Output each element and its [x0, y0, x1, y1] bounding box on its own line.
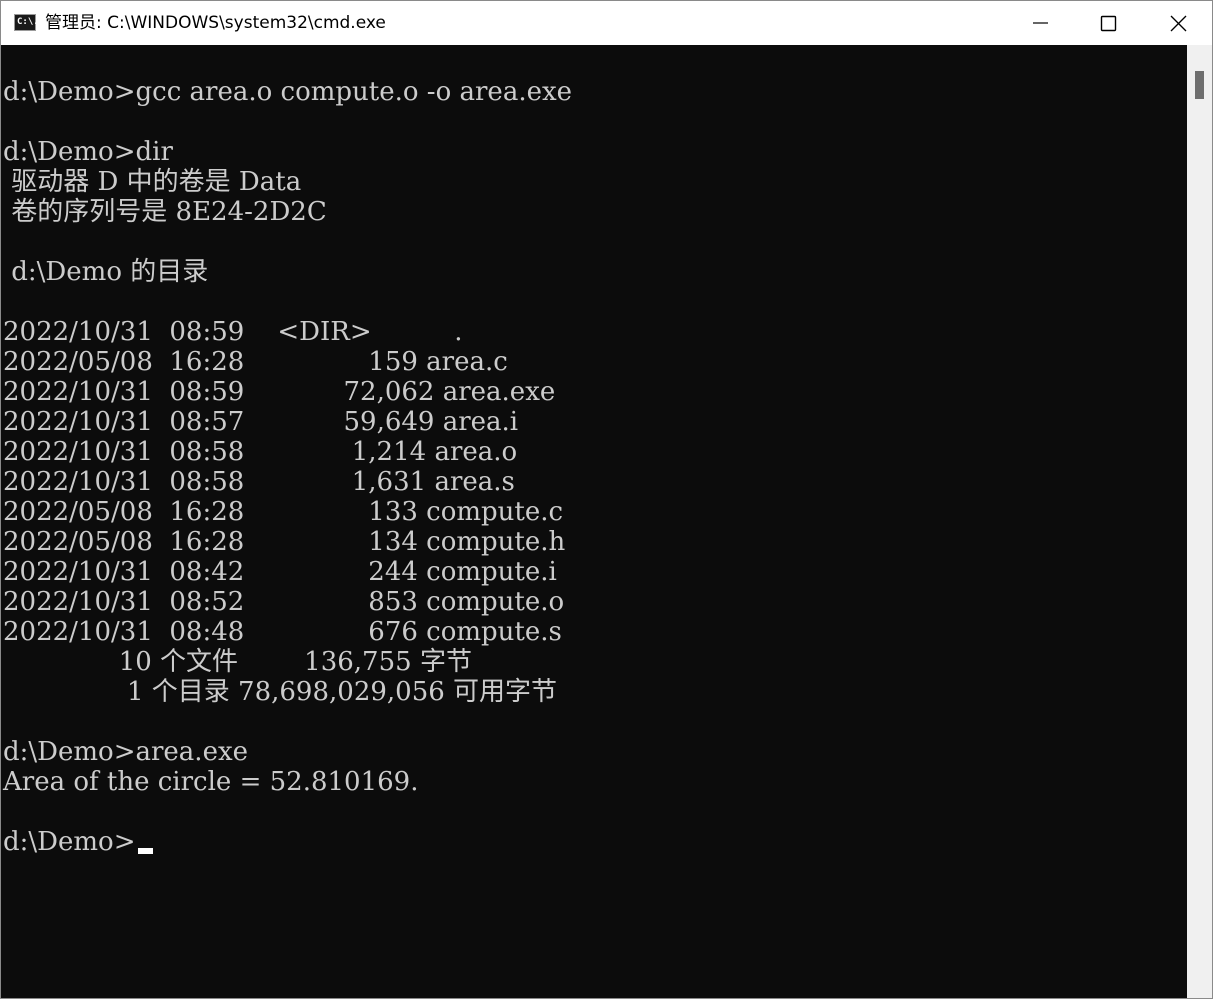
prompt-text: d:\Demo>: [3, 827, 136, 857]
minimize-button[interactable]: [1004, 1, 1074, 45]
console-line: 1 个目录 78,698,029,056 可用字节: [3, 677, 558, 707]
console-line: 2022/10/31 08:57 59,649 area.i: [3, 407, 519, 437]
console-line: 2022/10/31 08:58 1,214 area.o: [3, 437, 518, 467]
console-line: d:\Demo>dir: [3, 137, 173, 167]
console-line: 驱动器 D 中的卷是 Data: [3, 167, 302, 197]
console-line: 卷的序列号是 8E24-2D2C: [3, 197, 327, 227]
text-cursor: [137, 848, 153, 854]
maximize-button[interactable]: [1073, 1, 1143, 45]
console-line: 2022/10/31 08:59 72,062 area.exe: [3, 377, 556, 407]
console-line: 2022/10/31 08:52 853 compute.o: [3, 587, 565, 617]
console-line: 2022/10/31 08:42 244 compute.i: [3, 557, 557, 587]
console-line: 2022/05/08 16:28 133 compute.c: [3, 497, 564, 527]
scrollbar-thumb[interactable]: [1195, 71, 1204, 99]
console-line: 2022/05/08 16:28 134 compute.h: [3, 527, 566, 557]
title-bar[interactable]: C:\. 管理员: C:\WINDOWS\system32\cmd.exe: [1, 1, 1212, 45]
console-line: 2022/10/31 08:48 676 compute.s: [3, 617, 562, 647]
maximize-icon: [1100, 15, 1117, 32]
console-line: 2022/05/08 16:28 159 area.c: [3, 347, 508, 377]
cmd-window: C:\. 管理员: C:\WINDOWS\system32\cmd.exe d:…: [0, 0, 1213, 999]
window-title: 管理员: C:\WINDOWS\system32\cmd.exe: [45, 13, 386, 33]
prompt-line[interactable]: d:\Demo>: [3, 827, 153, 857]
close-button[interactable]: [1142, 1, 1212, 45]
console-line: d:\Demo>gcc area.o compute.o -o area.exe: [3, 77, 573, 107]
console-line: 2022/10/31 08:59 <DIR> .: [3, 317, 463, 347]
console-output[interactable]: d:\Demo>gcc area.o compute.o -o area.exe…: [1, 45, 1187, 998]
console-line: d:\Demo 的目录: [3, 257, 209, 287]
close-icon: [1170, 15, 1187, 32]
cmd-app-icon-glyph: C:\.: [17, 17, 39, 27]
minimize-icon: [1033, 22, 1048, 24]
vertical-scrollbar[interactable]: [1187, 45, 1212, 998]
console-line: 10 个文件 136,755 字节: [3, 647, 472, 677]
console-line: d:\Demo>area.exe: [3, 737, 249, 767]
console-line: Area of the circle = 52.810169.: [3, 767, 419, 797]
console-line: 2022/10/31 08:58 1,631 area.s: [3, 467, 515, 497]
cmd-app-icon[interactable]: C:\.: [14, 14, 39, 31]
